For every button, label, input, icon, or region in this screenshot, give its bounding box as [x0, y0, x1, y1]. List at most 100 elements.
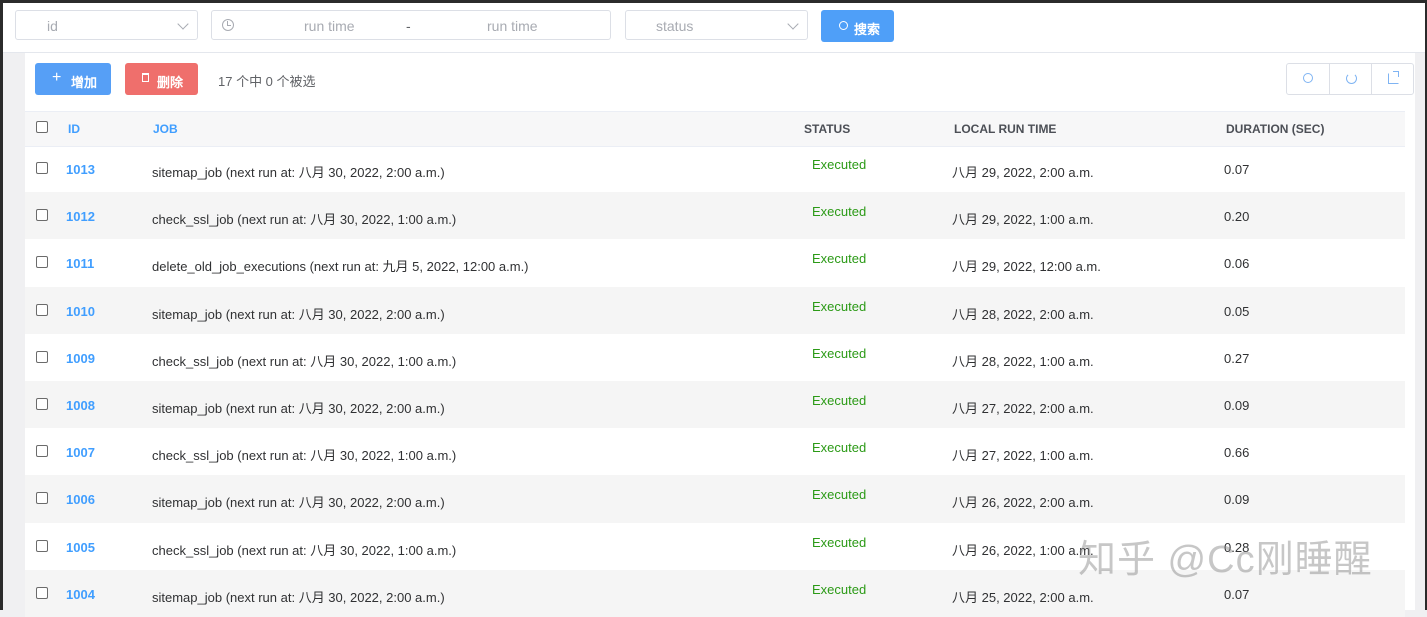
- row-id-link[interactable]: 1006: [66, 492, 95, 507]
- table-row: 1011 delete_old_job_executions (next run…: [25, 239, 1405, 286]
- row-local-run-time: 八月 28, 2022, 2:00 a.m.: [952, 306, 1094, 322]
- row-job: sitemap_job (next run at: 八月 30, 2022, 2…: [152, 165, 445, 180]
- search-icon: [1303, 73, 1313, 83]
- chevron-down-icon: [787, 18, 799, 30]
- row-checkbox[interactable]: [36, 397, 48, 410]
- row-local-run-time: 八月 29, 2022, 1:00 a.m.: [952, 212, 1094, 228]
- selection-info: 17 个中 0 个被选: [218, 74, 316, 89]
- row-duration: 0.66: [1224, 445, 1250, 461]
- row-status: Executed: [812, 392, 867, 408]
- row-local-run-time: 八月 26, 2022, 1:00 a.m.: [952, 542, 1094, 558]
- row-id-link[interactable]: 1013: [66, 162, 95, 177]
- column-header-local-run-time: LOCAL RUN TIME: [954, 122, 1057, 136]
- row-status: Executed: [812, 487, 867, 503]
- row-status: Executed: [812, 440, 867, 456]
- column-header-status: STATUS: [804, 122, 851, 136]
- row-status: Executed: [812, 157, 867, 172]
- row-job: delete_old_job_executions (next run at: …: [152, 259, 529, 275]
- row-local-run-time: 八月 27, 2022, 1:00 a.m.: [952, 448, 1094, 464]
- row-job: check_ssl_job (next run at: 八月 30, 2022,…: [152, 353, 457, 369]
- search-button-label: 搜索: [854, 22, 881, 37]
- export-icon: [1388, 71, 1399, 84]
- table-row: 1008 sitemap_job (next run at: 八月 30, 20…: [25, 380, 1405, 429]
- export-button[interactable]: [1371, 64, 1413, 94]
- row-id-link[interactable]: 1004: [66, 587, 95, 602]
- row-checkbox[interactable]: [36, 256, 48, 269]
- run-time-start-input[interactable]: run time: [304, 18, 355, 34]
- column-header-id[interactable]: ID: [68, 122, 80, 136]
- row-id-link[interactable]: 1012: [66, 209, 95, 224]
- table-row: 1009 check_ssl_job (next run at: 八月 30, …: [25, 334, 1405, 381]
- column-header-duration: DURATION (SEC): [1226, 122, 1325, 136]
- row-job: sitemap_job (next run at: 八月 30, 2022, 2…: [152, 400, 445, 416]
- row-checkbox[interactable]: [36, 303, 48, 316]
- watermark: 知乎 @Cc刚睡醒: [1078, 539, 1373, 581]
- row-job: sitemap_job (next run at: 八月 30, 2022, 2…: [152, 306, 445, 322]
- delete-button[interactable]: 删除: [125, 63, 198, 95]
- row-id-link[interactable]: 1007: [66, 445, 95, 460]
- row-checkbox[interactable]: [36, 162, 48, 174]
- row-local-run-time: 八月 25, 2022, 2:00 a.m.: [952, 589, 1094, 605]
- row-checkbox[interactable]: [36, 350, 48, 363]
- row-job: check_ssl_job (next run at: 八月 30, 2022,…: [152, 542, 457, 558]
- table-header: ID JOB STATUS LOCAL RUN TIME DURATION (S…: [25, 111, 1405, 147]
- search-toggle-button[interactable]: [1287, 64, 1329, 94]
- range-separator: -: [406, 18, 411, 34]
- filter-bar: id run time - run time status 搜索: [3, 3, 1425, 53]
- row-status: Executed: [812, 345, 867, 361]
- run-time-range-picker[interactable]: run time - run time: [211, 10, 611, 40]
- add-button[interactable]: + 增加: [35, 63, 111, 95]
- row-status: Executed: [812, 298, 867, 314]
- row-duration: 0.20: [1224, 209, 1250, 225]
- run-time-end-input[interactable]: run time: [487, 18, 538, 34]
- row-status: Executed: [812, 581, 867, 597]
- window-frame-left: [0, 0, 3, 610]
- row-id-link[interactable]: 1008: [66, 398, 95, 413]
- trash-icon: [142, 73, 149, 82]
- id-filter-select[interactable]: id: [15, 10, 198, 40]
- table-row: 1010 sitemap_job (next run at: 八月 30, 20…: [25, 286, 1405, 334]
- row-id-link[interactable]: 1011: [66, 256, 94, 271]
- row-checkbox[interactable]: [36, 209, 48, 222]
- row-duration: 0.09: [1224, 397, 1250, 413]
- results-card: + 增加 删除 17 个中 0 个被选 ID JOB STATUS LOCAL …: [25, 53, 1415, 617]
- table-row: 1013 sitemap_job (next run at: 八月 30, 20…: [25, 145, 1405, 192]
- search-button[interactable]: 搜索: [821, 10, 894, 42]
- status-filter-select[interactable]: status: [625, 10, 808, 40]
- select-all-checkbox[interactable]: [36, 121, 48, 133]
- row-id-link[interactable]: 1009: [66, 351, 95, 366]
- row-duration: 0.27: [1224, 350, 1250, 366]
- row-id-link[interactable]: 1005: [66, 540, 95, 555]
- row-duration: 0.09: [1224, 492, 1250, 508]
- status-filter-placeholder: status: [656, 18, 694, 34]
- row-duration: 0.06: [1224, 256, 1250, 272]
- row-id-link[interactable]: 1010: [66, 304, 95, 319]
- row-local-run-time: 八月 26, 2022, 2:00 a.m.: [952, 495, 1094, 511]
- refresh-icon: [1346, 73, 1357, 84]
- row-job: check_ssl_job (next run at: 八月 30, 2022,…: [152, 448, 457, 464]
- row-status: Executed: [812, 204, 867, 220]
- row-local-run-time: 八月 27, 2022, 2:00 a.m.: [952, 400, 1094, 416]
- row-job: check_ssl_job (next run at: 八月 30, 2022,…: [152, 212, 457, 228]
- row-checkbox[interactable]: [36, 539, 48, 552]
- id-filter-placeholder: id: [47, 18, 58, 34]
- add-button-label: 增加: [71, 75, 98, 90]
- row-duration: 0.07: [1224, 162, 1250, 177]
- table-row: 1012 check_ssl_job (next run at: 八月 30, …: [25, 192, 1405, 240]
- row-checkbox[interactable]: [36, 492, 48, 505]
- row-job: sitemap_job (next run at: 八月 30, 2022, 2…: [152, 589, 445, 605]
- row-local-run-time: 八月 29, 2022, 12:00 a.m.: [952, 259, 1101, 275]
- row-job: sitemap_job (next run at: 八月 30, 2022, 2…: [152, 495, 445, 511]
- delete-button-label: 删除: [157, 75, 184, 90]
- row-local-run-time: 八月 28, 2022, 1:00 a.m.: [952, 353, 1094, 369]
- row-status: Executed: [812, 251, 867, 267]
- refresh-button[interactable]: [1329, 64, 1371, 94]
- row-checkbox[interactable]: [36, 586, 48, 599]
- table-row: 1006 sitemap_job (next run at: 八月 30, 20…: [25, 475, 1405, 523]
- search-icon: [839, 21, 848, 30]
- column-header-job[interactable]: JOB: [153, 122, 178, 136]
- table-tools: [1286, 63, 1414, 95]
- row-duration: 0.07: [1224, 586, 1250, 602]
- row-checkbox[interactable]: [36, 445, 48, 458]
- row-duration: 0.05: [1224, 303, 1250, 319]
